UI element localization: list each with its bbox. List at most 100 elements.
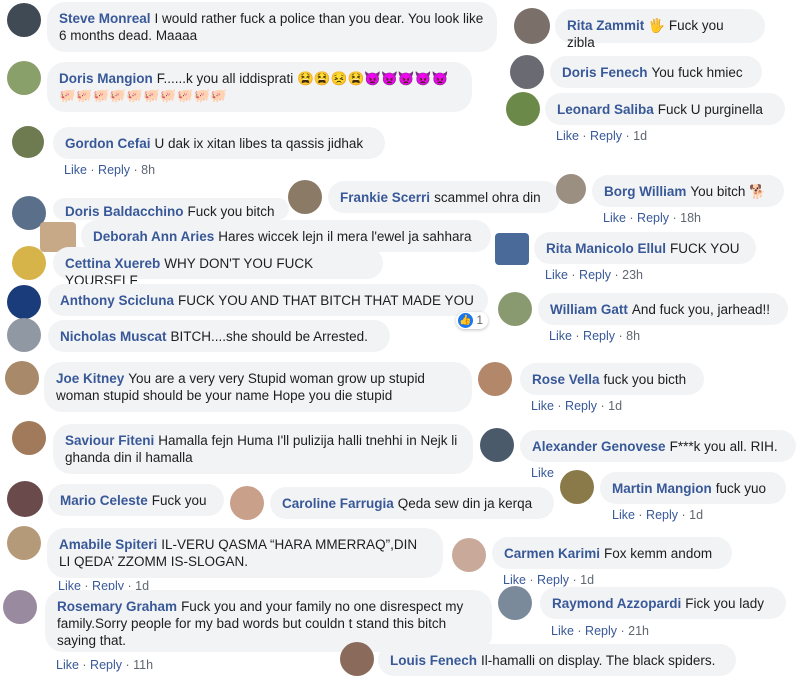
comment-text: fuck you bicth [603, 372, 687, 387]
reply-link[interactable]: Reply [637, 211, 669, 225]
avatar-image [560, 470, 594, 504]
like-link[interactable]: Like [64, 163, 87, 177]
commenter-name[interactable]: Gordon Cefai [65, 136, 151, 151]
avatar[interactable] [340, 642, 374, 676]
commenter-name[interactable]: Mario Celeste [60, 493, 148, 508]
avatar[interactable] [7, 526, 41, 560]
like-link[interactable]: Like [531, 466, 554, 480]
commenter-name[interactable]: Martin Mangion [612, 481, 712, 496]
like-link[interactable]: Like [603, 211, 626, 225]
commenter-name[interactable]: Doris Fenech [562, 65, 648, 80]
commenter-name[interactable]: Anthony Scicluna [60, 293, 174, 308]
reply-link[interactable]: Reply [583, 329, 615, 343]
comment-text: Qeda sew din ja kerqa [397, 496, 533, 511]
avatar[interactable] [495, 233, 529, 265]
avatar[interactable] [498, 292, 532, 326]
avatar[interactable] [556, 174, 586, 204]
commenter-name[interactable]: Frankie Scerri [340, 190, 430, 205]
avatar[interactable] [5, 361, 39, 395]
avatar-image [452, 538, 486, 572]
commenter-name[interactable]: Deborah Ann Aries [93, 229, 214, 244]
timestamp[interactable]: 11h [133, 658, 153, 672]
commenter-name[interactable]: Leonard Saliba [557, 102, 654, 117]
avatar-image [478, 362, 512, 396]
commenter-name[interactable]: Doris Mangion [59, 71, 153, 86]
timestamp[interactable]: 1d [633, 129, 647, 143]
reply-link[interactable]: Reply [90, 658, 122, 672]
avatar[interactable] [12, 126, 44, 158]
reply-link[interactable]: Reply [646, 508, 678, 522]
commenter-name[interactable]: William Gatt [550, 302, 628, 317]
commenter-name[interactable]: Rosemary Graham [57, 599, 177, 614]
avatar[interactable] [510, 55, 544, 89]
avatar[interactable] [506, 92, 540, 126]
timestamp[interactable]: 1d [580, 573, 594, 587]
commenter-name[interactable]: Joe Kitney [56, 371, 124, 386]
commenter-name[interactable]: Nicholas Muscat [60, 329, 167, 344]
comment-actions: Like · Reply · 23h [545, 268, 643, 282]
comment-bubble: Carmen Karimi Fox kemm andom [492, 537, 732, 569]
avatar[interactable] [7, 61, 41, 95]
like-link[interactable]: Like [556, 129, 579, 143]
reply-link[interactable]: Reply [98, 163, 130, 177]
timestamp[interactable]: 8h [141, 163, 155, 177]
reply-link[interactable]: Reply [590, 129, 622, 143]
commenter-name[interactable]: Alexander Genovese [532, 439, 666, 454]
comment-text: FUCK YOU AND THAT BITCH THAT MADE YOU [178, 293, 474, 308]
comment-text: BITCH....she should be Arrested. [170, 329, 368, 344]
commenter-name[interactable]: Steve Monreal [59, 11, 151, 26]
avatar[interactable] [7, 318, 41, 352]
commenter-name[interactable]: Rita Manicolo Ellul [546, 241, 666, 256]
timestamp[interactable]: 18h [680, 211, 701, 225]
comment-text: Fox kemm andom [604, 546, 713, 561]
comment-bubble: Mario Celeste Fuck you [48, 484, 224, 516]
like-link[interactable]: Like [549, 329, 572, 343]
avatar[interactable] [498, 586, 532, 620]
avatar[interactable] [452, 538, 486, 572]
comment-text: Fuck you [151, 493, 207, 508]
commenter-name[interactable]: Amabile Spiteri [59, 537, 157, 552]
commenter-name[interactable]: Doris Baldacchino [65, 204, 184, 219]
comment-bubble: Doris Fenech You fuck hmiec [550, 56, 762, 88]
commenter-name[interactable]: Cettina Xuereb [65, 256, 160, 271]
avatar-image [3, 590, 37, 624]
like-link[interactable]: Like [56, 658, 79, 672]
commenter-name[interactable]: Caroline Farrugia [282, 496, 394, 511]
avatar[interactable] [7, 481, 43, 517]
timestamp[interactable]: 1d [689, 508, 703, 522]
avatar-image [12, 126, 44, 158]
reply-link[interactable]: Reply [585, 624, 617, 638]
timestamp[interactable]: 23h [622, 268, 643, 282]
avatar[interactable] [514, 8, 550, 44]
commenter-name[interactable]: Rita Zammit [567, 18, 644, 33]
commenter-name[interactable]: Borg William [604, 184, 686, 199]
avatar[interactable] [3, 590, 37, 624]
reply-link[interactable]: Reply [537, 573, 569, 587]
commenter-name[interactable]: Saviour Fiteni [65, 433, 154, 448]
commenter-name[interactable]: Rose Vella [532, 372, 600, 387]
commenter-name[interactable]: Louis Fenech [390, 653, 477, 668]
avatar[interactable] [12, 421, 46, 455]
avatar[interactable] [480, 428, 514, 462]
like-link[interactable]: Like [612, 508, 635, 522]
commenter-name[interactable]: Carmen Karimi [504, 546, 600, 561]
avatar[interactable] [560, 470, 594, 504]
like-link[interactable]: Like [545, 268, 568, 282]
reaction-count[interactable]: 👍 1 [456, 312, 489, 330]
avatar[interactable] [478, 362, 512, 396]
avatar[interactable] [7, 285, 41, 319]
avatar[interactable] [288, 180, 322, 214]
reply-link[interactable]: Reply [579, 268, 611, 282]
timestamp[interactable]: 1d [608, 399, 622, 413]
avatar[interactable] [7, 3, 41, 37]
like-link[interactable]: Like [551, 624, 574, 638]
like-link[interactable]: Like [503, 573, 526, 587]
timestamp[interactable]: 21h [628, 624, 649, 638]
comment-actions: Like [531, 466, 554, 480]
avatar[interactable] [230, 486, 264, 520]
reply-link[interactable]: Reply [565, 399, 597, 413]
commenter-name[interactable]: Raymond Azzopardi [552, 596, 681, 611]
timestamp[interactable]: 8h [626, 329, 640, 343]
like-link[interactable]: Like [531, 399, 554, 413]
avatar[interactable] [12, 246, 46, 280]
